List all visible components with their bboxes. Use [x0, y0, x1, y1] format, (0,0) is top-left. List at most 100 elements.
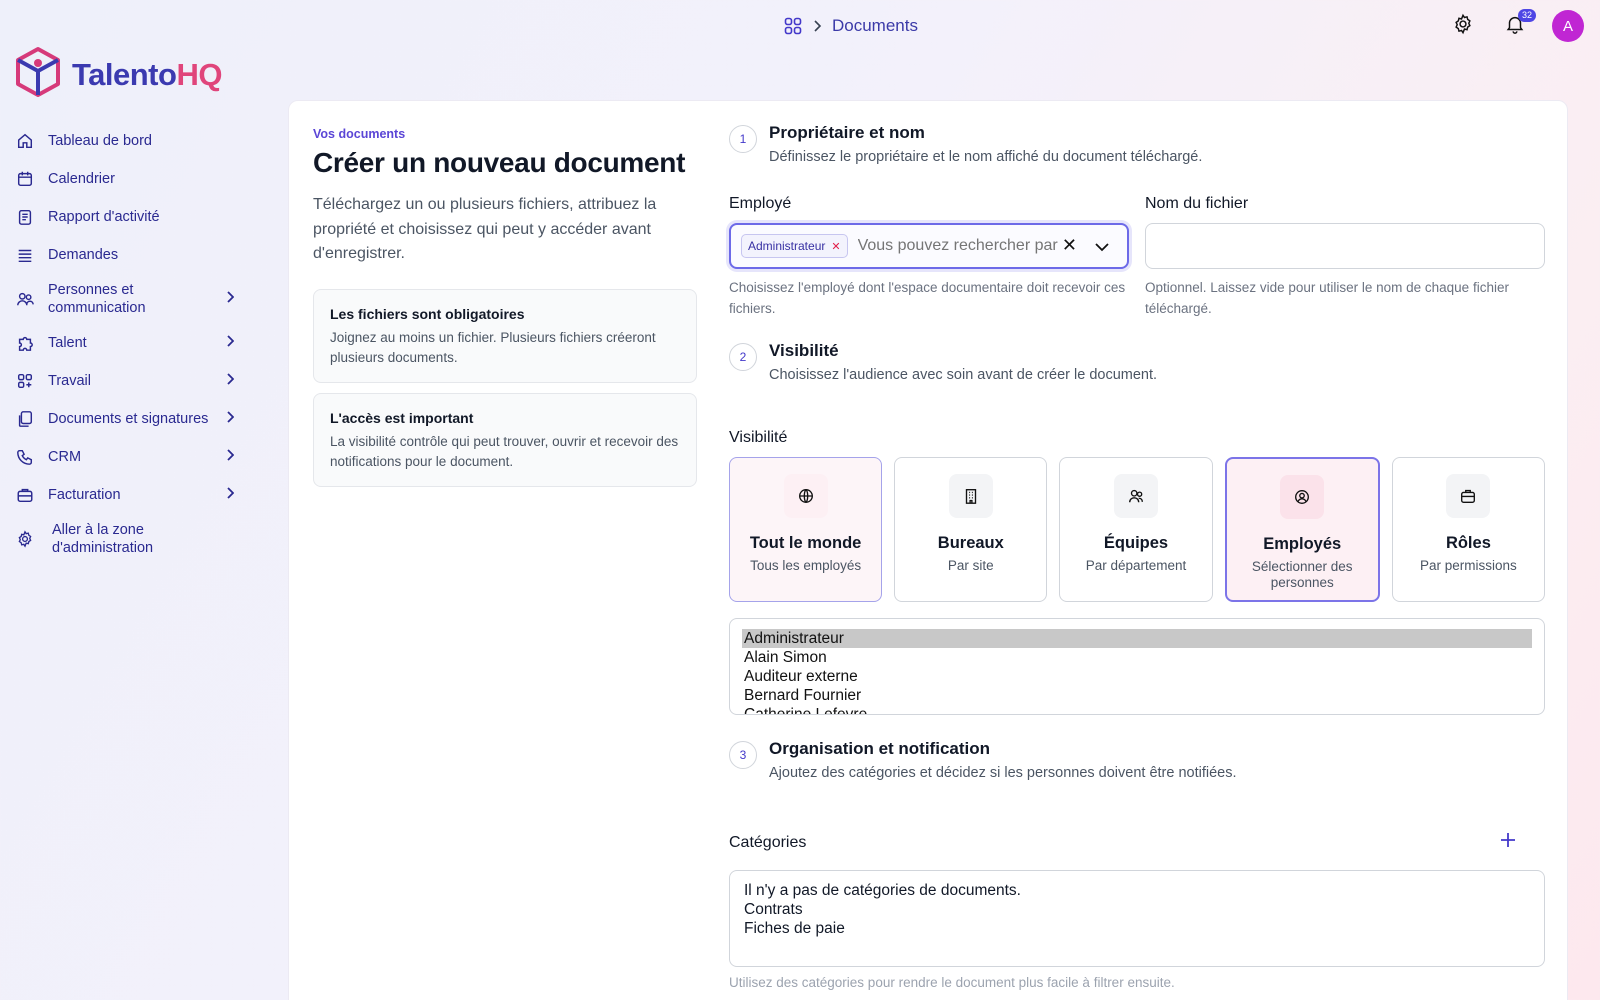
sidebar-item-dashboard[interactable]: Tableau de bord: [16, 124, 246, 158]
report-icon: [16, 208, 38, 226]
step-2-header: 2 Visibilité Choisissez l'audience avec …: [729, 341, 1545, 383]
chevron-right-icon: [226, 335, 235, 351]
building-icon: [948, 474, 993, 518]
list-item[interactable]: Bernard Fournier: [742, 686, 1532, 705]
eyebrow: Vos documents: [313, 127, 406, 141]
step-title: Organisation et notification: [769, 739, 991, 758]
categories-help: Utilisez des catégories pour rendre le d…: [729, 975, 1175, 990]
step-3-header: 3 Organisation et notification Ajoutez d…: [729, 739, 1545, 781]
selected-employee-chip: Administrateur ✕: [741, 234, 848, 258]
list-item[interactable]: Alain Simon: [742, 648, 1532, 667]
sidebar-item-admin-zone[interactable]: Aller à la zone d'administration: [16, 516, 246, 562]
sidebar-item-work[interactable]: Travail: [16, 364, 246, 398]
list-item[interactable]: Administrateur: [742, 629, 1532, 648]
categories-label: Catégories: [729, 833, 807, 851]
chevron-down-icon[interactable]: [1095, 239, 1109, 257]
visibility-label: Visibilité: [729, 429, 788, 446]
settings-button[interactable]: [1448, 11, 1478, 41]
visibility-option-everyone[interactable]: Tout le monde Tous les employés: [729, 457, 883, 602]
briefcase-icon: [16, 486, 38, 504]
chevron-right-icon: [226, 411, 235, 427]
list-item[interactable]: Il n'y a pas de catégories de documents.: [744, 881, 1530, 900]
brand-name: TalentoHQ: [72, 56, 222, 92]
visibility-option-roles[interactable]: Rôles Par permissions: [1391, 457, 1546, 602]
visibility-option-employees[interactable]: Employés Sélectionner des personnes: [1224, 457, 1380, 602]
add-category-icon[interactable]: [1499, 831, 1517, 854]
sidebar-item-talent[interactable]: Talent: [16, 326, 246, 360]
remove-chip-icon[interactable]: ✕: [831, 240, 840, 253]
visibility-option-offices[interactable]: Bureaux Par site: [894, 457, 1048, 602]
filename-help: Optionnel. Laissez vide pour utiliser le…: [1145, 280, 1509, 316]
visibility-option-teams[interactable]: Équipes Par département: [1059, 457, 1213, 602]
filename-input[interactable]: [1145, 223, 1545, 269]
visibility-options: Tout le monde Tous les employés Bureaux …: [729, 457, 1546, 602]
step-description: Choisissez l'audience avec soin avant de…: [769, 367, 1158, 383]
top-bar: Documents 32 A: [0, 0, 1600, 52]
sidebar-item-documents-signatures[interactable]: Documents et signatures: [16, 402, 246, 436]
step-description: Définissez le propriétaire et le nom aff…: [769, 149, 1203, 165]
gear-icon: [1452, 13, 1474, 40]
avatar[interactable]: A: [1552, 10, 1584, 42]
apps-icon[interactable]: [784, 17, 802, 35]
puzzle-icon: [16, 334, 38, 352]
info-note-files: Les fichiers sont obligatoires Joignez a…: [313, 288, 697, 383]
home-icon: [16, 132, 38, 150]
notifications-button[interactable]: 32: [1500, 9, 1536, 41]
list-item[interactable]: Auditeur externe: [742, 667, 1532, 686]
grid-icon: [16, 372, 38, 390]
phone-icon: [16, 448, 38, 466]
employee-help: Choisissez l'employé dont l'espace docum…: [729, 280, 1126, 316]
people-icon: [16, 290, 38, 308]
step-description: Ajoutez des catégories et décidez si les…: [769, 765, 1237, 781]
info-note-access: L'accès est important La visibilité cont…: [313, 392, 697, 487]
breadcrumb-current[interactable]: Documents: [832, 16, 918, 36]
user-circle-icon: [1280, 475, 1325, 519]
step-number: 1: [729, 125, 757, 153]
notification-count-badge: 32: [1517, 9, 1536, 22]
page-title: Créer un nouveau document: [313, 147, 686, 178]
step-title: Propriétaire et nom: [769, 123, 925, 142]
step-number: 2: [729, 343, 757, 371]
filename-field: Nom du fichier Optionnel. Laissez vide p…: [1145, 195, 1545, 319]
page-lead: Téléchargez un ou plusieurs fichiers, at…: [313, 196, 657, 262]
step-number: 3: [729, 741, 757, 769]
team-icon: [1114, 474, 1158, 518]
step-1-header: 1 Propriétaire et nom Définissez le prop…: [729, 123, 1545, 165]
clear-icon[interactable]: ✕: [1062, 235, 1077, 256]
employee-combobox[interactable]: Administrateur ✕ ✕: [729, 223, 1129, 269]
filename-label: Nom du fichier: [1145, 195, 1249, 212]
categories-listbox[interactable]: Il n'y a pas de catégories de documents.…: [729, 870, 1545, 967]
documents-icon: [16, 410, 38, 428]
sidebar-item-requests[interactable]: Demandes: [16, 238, 246, 272]
briefcase-icon: [1446, 474, 1491, 518]
gear-icon: [16, 530, 38, 548]
sidebar-nav: Tableau de bord Calendrier Rapport d'act…: [16, 124, 246, 566]
list-item[interactable]: Contrats: [744, 900, 1530, 919]
employees-listbox[interactable]: Administrateur Alain Simon Auditeur exte…: [729, 618, 1545, 715]
chevron-right-icon: [226, 487, 235, 503]
brand-logo[interactable]: TalentoHQ: [14, 46, 222, 103]
sidebar-item-billing[interactable]: Facturation: [16, 478, 246, 512]
chevron-right-icon: [226, 449, 235, 465]
calendar-icon: [16, 170, 38, 188]
step-title: Visibilité: [769, 341, 839, 360]
chevron-right-icon: [226, 373, 235, 389]
sidebar-item-activity-report[interactable]: Rapport d'activité: [16, 200, 246, 234]
form-panel: 1 Propriétaire et nom Définissez le prop…: [729, 123, 1546, 990]
list-icon: [16, 246, 38, 264]
employee-search-input[interactable]: [857, 237, 1058, 255]
cube-logo-icon: [14, 46, 62, 103]
sidebar-item-people-communication[interactable]: Personnes et communication: [16, 276, 246, 322]
intro-panel: Vos documents Créer un nouveau document …: [313, 127, 697, 487]
employee-field: Employé Administrateur ✕ ✕ Choisissez l'…: [729, 195, 1129, 319]
chevron-right-icon: [226, 290, 235, 308]
employee-label: Employé: [729, 195, 792, 212]
globe-icon: [783, 474, 828, 518]
main-card: Vos documents Créer un nouveau document …: [288, 100, 1568, 1000]
sidebar-item-calendar[interactable]: Calendrier: [16, 162, 246, 196]
sidebar-item-crm[interactable]: CRM: [16, 440, 246, 474]
breadcrumb: Documents: [784, 16, 918, 36]
list-item[interactable]: Catherine Lefevre: [742, 705, 1532, 714]
list-item[interactable]: Fiches de paie: [744, 919, 1530, 938]
chevron-right-icon: [812, 20, 822, 32]
